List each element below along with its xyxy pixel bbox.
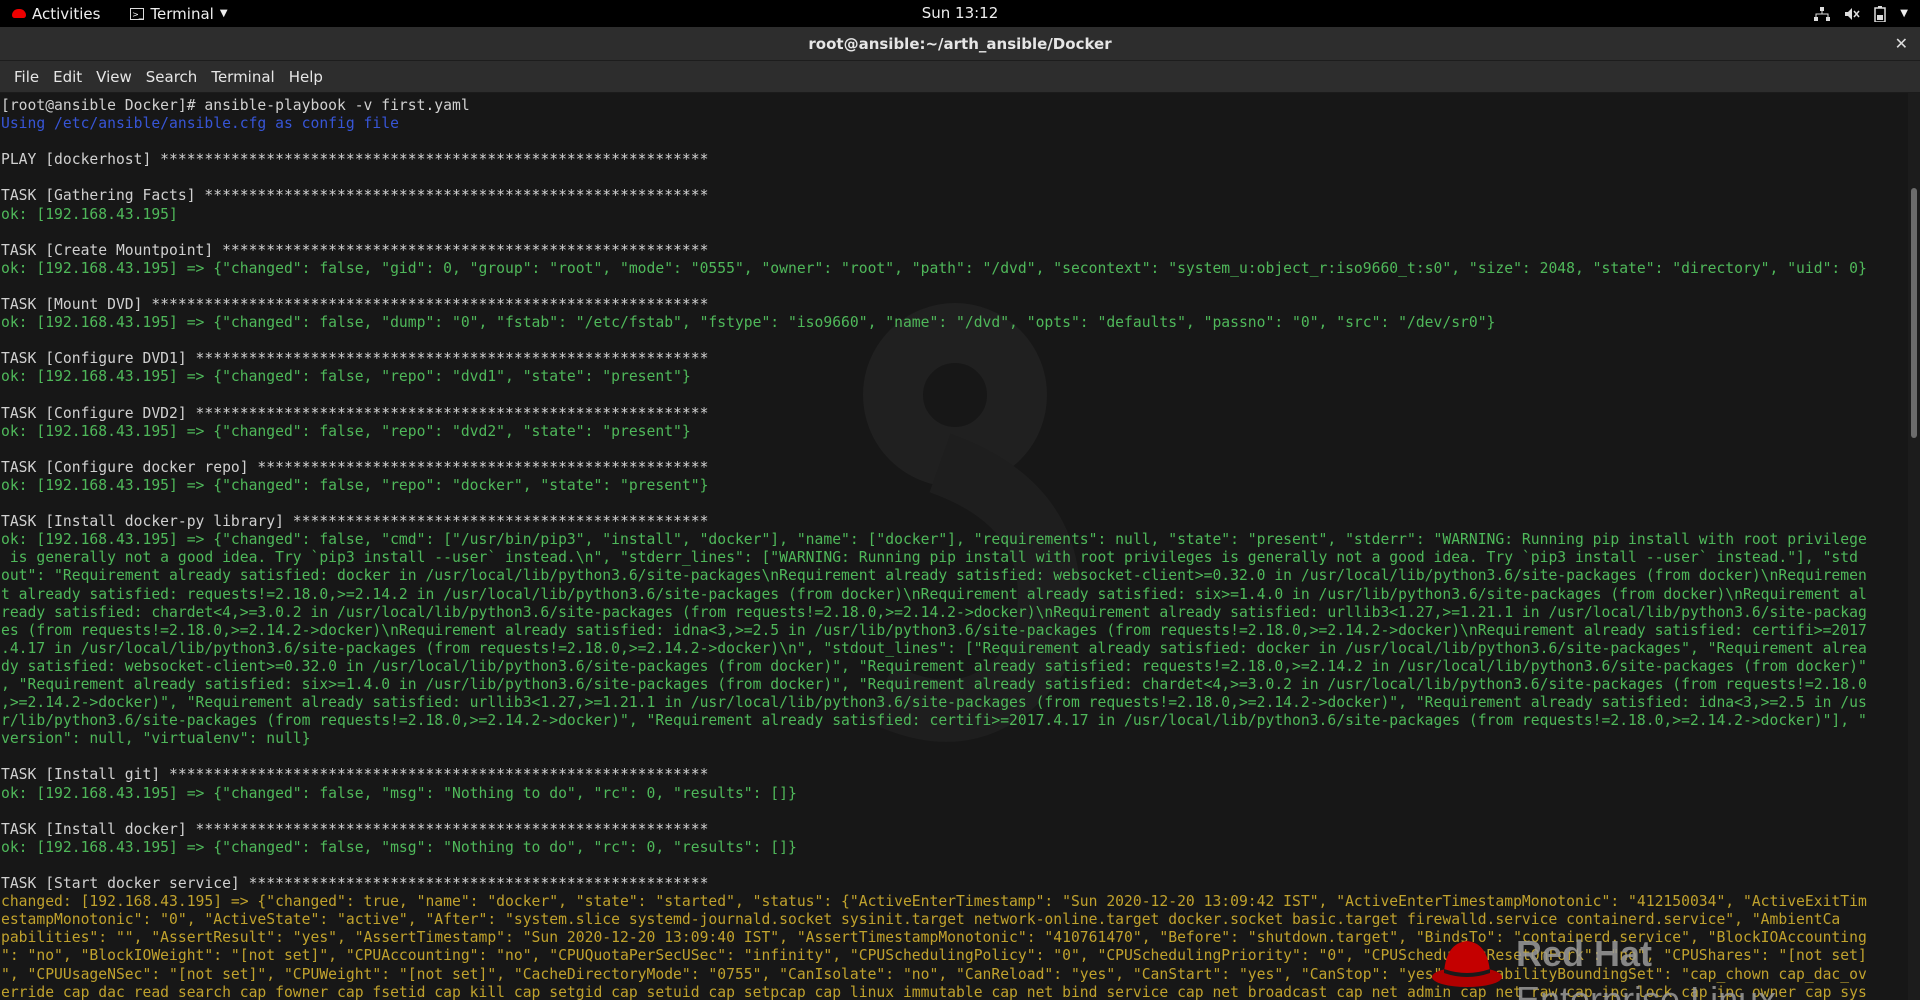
terminal-line: version": null, "virtualenv": null} bbox=[1, 730, 311, 748]
terminal-line: ready satisfied: chardet<4,>=3.0.2 in /u… bbox=[1, 603, 1867, 621]
terminal-line: TASK [Configure DVD2] ******************… bbox=[1, 404, 709, 422]
terminal-line: TASK [Gathering Facts] *****************… bbox=[1, 187, 709, 205]
top-bar: Activities >_ Terminal ▼ Sun 13:12 ▼ bbox=[0, 0, 1920, 27]
terminal-scrollbar[interactable] bbox=[1908, 93, 1920, 1000]
menu-terminal[interactable]: Terminal bbox=[204, 68, 281, 86]
chevron-down-icon: ▼ bbox=[1900, 8, 1908, 19]
menu-edit[interactable]: Edit bbox=[46, 68, 89, 86]
volume-muted-icon bbox=[1845, 7, 1860, 20]
terminal-line: TASK [Create Mountpoint] ***************… bbox=[1, 241, 709, 259]
terminal-line: ok: [192.168.43.195] => {"changed": fals… bbox=[1, 259, 1867, 277]
terminal-line: estampMonotonic": "0", "ActiveState": "a… bbox=[1, 911, 1841, 929]
menu-help[interactable]: Help bbox=[282, 68, 330, 86]
terminal-line: ,>=2.14.2->docker)", "Requirement alread… bbox=[1, 694, 1867, 712]
terminal-line: PLAY [dockerhost] **********************… bbox=[1, 151, 709, 169]
terminal-line: TASK [Install git] *********************… bbox=[1, 766, 709, 784]
menu-search[interactable]: Search bbox=[139, 68, 205, 86]
menu-file[interactable]: File bbox=[7, 68, 46, 86]
terminal-line: ok: [192.168.43.195] => {"changed": fals… bbox=[1, 368, 691, 386]
terminal-line: TASK [Install docker-py library] *******… bbox=[1, 513, 709, 531]
terminal-line: changed: [192.168.43.195] => {"changed":… bbox=[1, 893, 1867, 911]
terminal-line: TASK [Start docker service] ************… bbox=[1, 875, 709, 893]
terminal-output[interactable]: [root@ansible Docker]# ansible-playbook … bbox=[0, 93, 1908, 1000]
activities-button[interactable]: Activities bbox=[12, 5, 100, 23]
terminal-line: pabilities": "", "AssertResult": "yes", … bbox=[1, 929, 1867, 947]
terminal-line: ok: [192.168.43.195] => {"changed": fals… bbox=[1, 531, 1867, 549]
terminal-line: [root@ansible Docker]# ansible-playbook … bbox=[1, 97, 470, 114]
redhat-icon bbox=[12, 9, 26, 18]
battery-icon bbox=[1874, 5, 1887, 22]
menu-view[interactable]: View bbox=[89, 68, 139, 86]
terminal-line: TASK [Mount DVD] ***********************… bbox=[1, 296, 709, 314]
terminal-line: ok: [192.168.43.195] => {"changed": fals… bbox=[1, 476, 709, 494]
app-menu-button[interactable]: >_ Terminal ▼ bbox=[130, 4, 228, 23]
terminal-line: ok: [192.168.43.195] => {"changed": fals… bbox=[1, 422, 691, 440]
terminal-line: .4.17 in /usr/local/lib/python3.6/site-p… bbox=[1, 639, 1867, 657]
terminal-line: , "Requirement already satisfied: six>=1… bbox=[1, 676, 1867, 693]
terminal-line: r/lib/python3.6/site-packages (from requ… bbox=[1, 712, 1867, 730]
activities-label: Activities bbox=[32, 4, 101, 23]
terminal-line: t already satisfied: requests!=2.18.0,>=… bbox=[1, 585, 1867, 603]
terminal-line: Using /etc/ansible/ansible.cfg as config… bbox=[1, 115, 399, 133]
window-titlebar[interactable]: root@ansible:~/arth_ansible/Docker ✕ bbox=[0, 27, 1920, 61]
terminal-line: TASK [Configure docker repo] ***********… bbox=[1, 458, 709, 476]
system-menu[interactable]: ▼ bbox=[1814, 0, 1908, 27]
terminal-line: es (from requests!=2.18.0,>=2.14.2->dock… bbox=[1, 621, 1867, 639]
terminal-line: ok: [192.168.43.195] => {"changed": fals… bbox=[1, 784, 797, 802]
terminal-line: ": "no", "BlockIOWeight": "[not set]", "… bbox=[1, 947, 1867, 965]
terminal-line: dy satisfied: websocket-client>=0.32.0 i… bbox=[1, 657, 1867, 675]
window-title: root@ansible:~/arth_ansible/Docker bbox=[808, 35, 1112, 53]
scrollbar-thumb[interactable] bbox=[1911, 188, 1917, 438]
terminal-line: TASK [Install docker] ******************… bbox=[1, 820, 709, 838]
app-menu-label: Terminal bbox=[150, 4, 214, 23]
chevron-down-icon: ▼ bbox=[219, 8, 228, 19]
terminal-line: ok: [192.168.43.195] => {"changed": fals… bbox=[1, 838, 797, 856]
terminal-line: out": "Requirement already satisfied: do… bbox=[1, 567, 1867, 585]
terminal-line: ", "CPUUsageNSec": "[not set]", "CPUWeig… bbox=[1, 965, 1867, 983]
terminal-line: erride cap_dac_read_search cap_fowner ca… bbox=[1, 983, 1867, 1000]
terminal-line: ok: [192.168.43.195] bbox=[1, 205, 178, 223]
terminal-line: TASK [Configure DVD1] ******************… bbox=[1, 350, 709, 368]
menubar: File Edit View Search Terminal Help bbox=[0, 61, 1920, 93]
terminal-icon: >_ bbox=[130, 7, 145, 20]
terminal-line: is generally not a good idea. Try `pip3 … bbox=[1, 549, 1858, 567]
clock[interactable]: Sun 13:12 bbox=[922, 4, 999, 22]
terminal-line: ok: [192.168.43.195] => {"changed": fals… bbox=[1, 314, 1496, 332]
close-icon[interactable]: ✕ bbox=[1895, 27, 1908, 61]
terminal-lines: [root@ansible Docker]# ansible-playbook … bbox=[1, 97, 1901, 1000]
network-icon bbox=[1814, 6, 1831, 21]
